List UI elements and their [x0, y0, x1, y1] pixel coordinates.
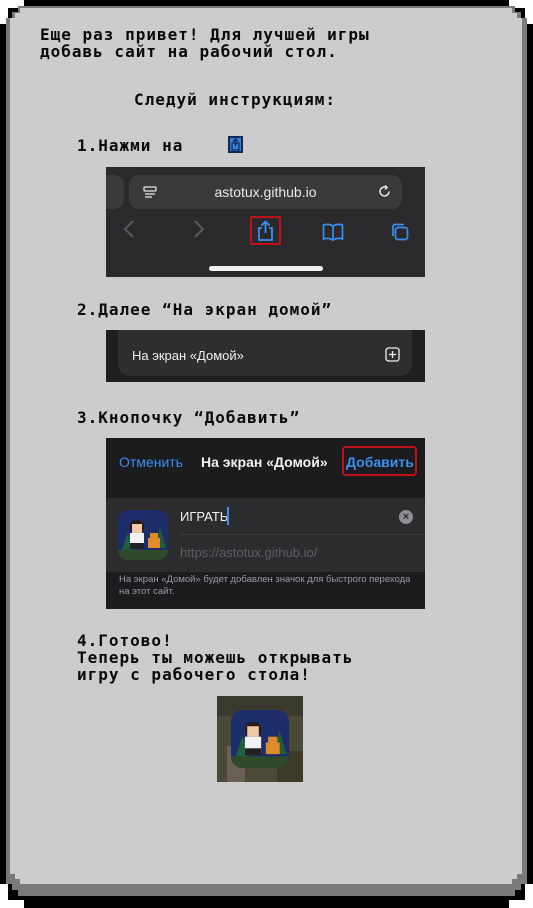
home-app-icon[interactable] — [231, 710, 289, 768]
url-text: astotux.github.io — [214, 184, 317, 200]
bookmarks-icon[interactable] — [322, 223, 344, 241]
text-cursor — [227, 507, 229, 525]
step-4-line-2: Теперь ты можешь открывать — [77, 648, 354, 667]
cancel-button[interactable]: Отменить — [119, 454, 183, 470]
divider — [180, 534, 425, 535]
dialog-note: На экран «Домой» будет добавлен значок д… — [119, 574, 411, 597]
share-icon — [228, 136, 243, 153]
share-icon[interactable] — [256, 220, 275, 242]
share-sheet-screenshot: На экран «Домой» — [106, 330, 425, 382]
dialog-title: На экран «Домой» — [201, 454, 328, 470]
intro-line-2: добавь сайт на рабочий стол. — [40, 42, 338, 61]
homescreen-preview — [217, 696, 303, 782]
add-to-home-row[interactable]: На экран «Домой» — [118, 330, 412, 376]
app-url: https://astotux.github.io/ — [180, 545, 318, 560]
clear-icon[interactable]: × — [399, 510, 413, 524]
intro-line-1: Еще раз привет! Для лучшей игры — [40, 25, 370, 44]
address-bar[interactable]: astotux.github.io — [129, 175, 402, 209]
previous-tab-fragment — [106, 175, 124, 209]
instructions-title: Следуй инструкциям: — [134, 90, 337, 109]
add-square-icon — [385, 347, 400, 362]
reload-icon[interactable] — [377, 184, 392, 199]
app-name-input[interactable]: ИГРАТЬ — [180, 509, 228, 524]
forward-icon[interactable] — [193, 219, 205, 239]
step-1-text: 1.Нажми на — [77, 136, 184, 155]
step-4-text: 4.Готово! Теперь ты можешь открывать игру … — [77, 632, 353, 683]
back-icon[interactable] — [123, 219, 135, 239]
step-2-text: 2.Далее “На экран домой” — [77, 300, 333, 319]
step-4-line-1: 4.Готово! — [77, 631, 173, 650]
add-dialog-screenshot: Отменить На экран «Домой» Добавить ИГРАТ… — [106, 438, 425, 609]
tabs-icon[interactable] — [390, 222, 410, 242]
intro-text: Еще раз привет! Для лучшей игры добавь са… — [40, 26, 370, 60]
app-info-card: ИГРАТЬ × https://astotux.github.io/ — [106, 498, 425, 572]
safari-toolbar-screenshot: astotux.github.io — [106, 167, 425, 277]
app-icon — [118, 510, 168, 560]
home-indicator — [209, 266, 323, 271]
step-4-line-3: игру с рабочего стола! — [77, 665, 311, 684]
step-3-text: 3.Кнопочку “Добавить” — [77, 408, 301, 427]
add-button[interactable]: Добавить — [346, 454, 414, 470]
add-to-home-label: На экран «Домой» — [132, 348, 244, 363]
